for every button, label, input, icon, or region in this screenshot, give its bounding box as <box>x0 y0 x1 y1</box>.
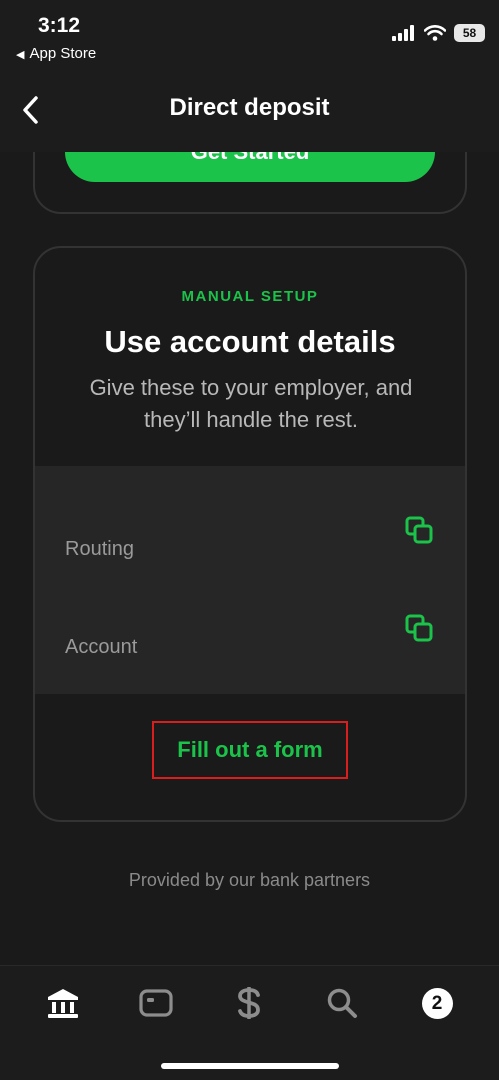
get-started-button[interactable]: Get Started <box>65 152 435 182</box>
get-started-card: Get Started <box>33 152 467 214</box>
routing-row: Routing <box>35 466 465 564</box>
activity-badge: 2 <box>421 987 453 1019</box>
bank-icon <box>48 989 78 1018</box>
nav-bar: Direct deposit <box>0 70 499 152</box>
status-bar: 3:12 ◀ App Store 58 <box>0 0 499 70</box>
manual-setup-label: MANUAL SETUP <box>181 288 319 305</box>
back-app-label: App Store <box>29 45 97 62</box>
back-triangle-icon: ◀ <box>16 49 25 61</box>
status-indicators: 58 <box>392 24 485 42</box>
manual-setup-title: Use account details <box>104 324 396 359</box>
home-indicator[interactable] <box>161 1063 339 1069</box>
page-title: Direct deposit <box>169 94 330 121</box>
tab-search[interactable] <box>322 983 362 1023</box>
search-icon <box>327 988 357 1018</box>
status-time: 3:12 <box>38 14 81 37</box>
wifi-icon <box>424 25 446 41</box>
signal-icon <box>392 25 414 41</box>
account-label: Account <box>65 636 138 658</box>
tab-activity[interactable]: 2 <box>417 983 457 1023</box>
card-icon <box>139 989 173 1017</box>
account-details-panel: Routing Account <box>35 466 465 694</box>
account-row: Account <box>35 564 465 662</box>
tab-banking[interactable] <box>43 983 83 1023</box>
content-scroll[interactable]: Get Started MANUAL SETUP Use account det… <box>0 152 499 965</box>
tab-card[interactable] <box>136 983 176 1023</box>
fill-out-form-link[interactable]: Fill out a form <box>152 721 348 779</box>
bank-partners-note: Provided by our bank partners <box>128 870 371 890</box>
battery-icon: 58 <box>454 24 485 42</box>
tab-money[interactable] <box>229 983 269 1023</box>
copy-account-icon[interactable] <box>405 614 435 644</box>
dollar-icon <box>238 987 260 1019</box>
copy-routing-icon[interactable] <box>405 516 435 546</box>
routing-label: Routing <box>65 538 134 560</box>
manual-setup-description: Give these to your employer, and they’ll… <box>89 375 413 432</box>
back-to-app-link[interactable]: ◀ App Store <box>16 45 96 62</box>
manual-setup-card: MANUAL SETUP Use account details Give th… <box>33 246 467 822</box>
